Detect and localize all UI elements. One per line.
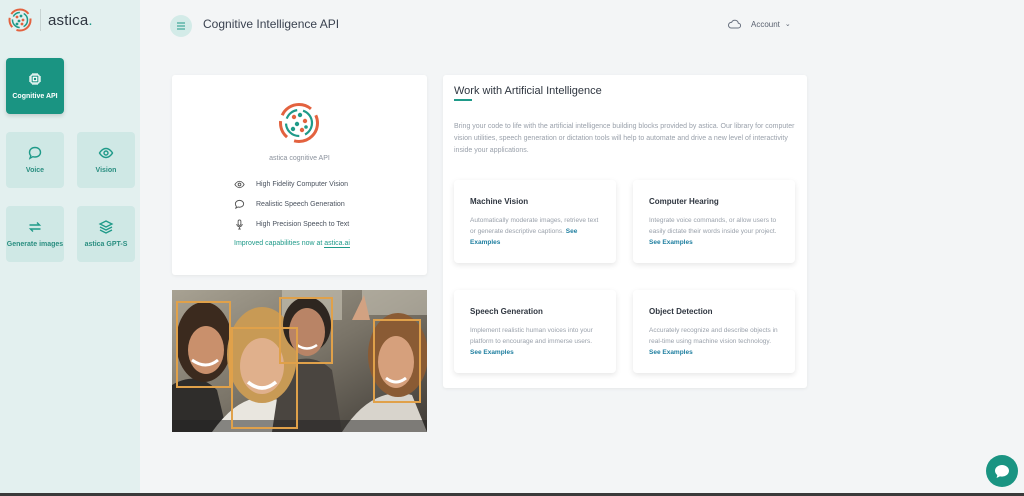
title-underline — [454, 99, 472, 101]
see-examples-link[interactable]: See Examples — [649, 239, 693, 246]
speech-bubble-icon — [234, 199, 245, 210]
astica-logo-icon — [279, 103, 319, 143]
sidebar-item-voice[interactable]: Voice — [6, 132, 64, 188]
brand-separator — [40, 9, 41, 31]
account-menu[interactable]: Account ⌄ — [727, 19, 791, 29]
chat-support-button[interactable] — [986, 455, 1018, 487]
cloud-icon — [728, 19, 741, 29]
eye-icon — [98, 147, 114, 159]
sidebar-item-label: Generate images — [6, 241, 64, 248]
card-text: Automatically moderate images, retrieve … — [470, 217, 599, 246]
sidebar-item-astica-gpt-s[interactable]: astica GPT-S — [77, 206, 135, 262]
swap-arrows-icon — [28, 222, 42, 232]
layers-icon — [98, 220, 114, 234]
chat-bubble-icon — [28, 146, 42, 160]
chip-icon — [29, 73, 41, 85]
feature-item: High Precision Speech to Text — [234, 219, 349, 230]
face-detection-demo-image — [172, 290, 427, 432]
feature-card-machine-vision[interactable]: Machine Vision Automatically moderate im… — [454, 180, 616, 263]
sidebar-item-vision[interactable]: Vision — [77, 132, 135, 188]
main-panel: Work with Artificial Intelligence Bring … — [443, 75, 807, 388]
brand-name: astica. — [48, 11, 93, 29]
card-title: Computer Hearing — [649, 197, 719, 206]
feature-item: High Fidelity Computer Vision — [234, 179, 348, 190]
hamburger-icon — [177, 22, 185, 30]
feature-card-computer-hearing[interactable]: Computer Hearing Integrate voice command… — [633, 180, 795, 263]
card-text: Integrate voice commands, or allow users… — [649, 217, 777, 246]
account-label: Account — [751, 19, 780, 29]
card-text: Implement realistic human voices into yo… — [470, 327, 593, 356]
card-title: Speech Generation — [470, 307, 543, 316]
eye-icon — [234, 180, 245, 189]
sidebar-item-cognitive-api[interactable]: Cognitive API — [6, 58, 64, 114]
chevron-down-icon: ⌄ — [784, 21, 791, 28]
page-title: Cognitive Intelligence API — [203, 17, 340, 31]
api-info-card: astica cognitive API High Fidelity Compu… — [172, 75, 427, 275]
sidebar-item-label: Vision — [95, 167, 117, 174]
feature-card-speech-generation[interactable]: Speech Generation Implement realistic hu… — [454, 290, 616, 373]
see-examples-link[interactable]: See Examples — [649, 349, 693, 356]
sidebar-item-label: Voice — [25, 167, 45, 174]
astica-logo-icon — [8, 8, 32, 32]
improved-capabilities-text: Improved capabilities now at astica.ai — [234, 240, 350, 248]
card-text: Accurately recognize and describe object… — [649, 327, 778, 356]
astica-ai-link[interactable]: astica.ai — [324, 240, 350, 248]
sidebar-item-label: astica GPT-S — [84, 241, 128, 248]
section-title: Work with Artificial Intelligence — [454, 85, 602, 97]
section-description: Bring your code to life with the artific… — [454, 123, 795, 154]
face-detection-illustration — [172, 290, 427, 432]
microphone-icon — [236, 219, 243, 230]
card-title: Object Detection — [649, 307, 713, 316]
menu-toggle-button[interactable] — [170, 15, 192, 37]
sidebar-item-label: Cognitive API — [12, 93, 58, 100]
card-title: Machine Vision — [470, 197, 529, 206]
chat-icon — [995, 464, 1009, 478]
brand[interactable]: astica. — [8, 7, 93, 33]
feature-card-object-detection[interactable]: Object Detection Accurately recognize an… — [633, 290, 795, 373]
feature-item: Realistic Speech Generation — [234, 199, 345, 210]
info-caption: astica cognitive API — [269, 155, 330, 162]
sidebar-item-generate-images[interactable]: Generate images — [6, 206, 64, 262]
see-examples-link[interactable]: See Examples — [470, 349, 514, 356]
sidebar: astica. Cognitive API Voice Vision Gener… — [0, 0, 140, 496]
